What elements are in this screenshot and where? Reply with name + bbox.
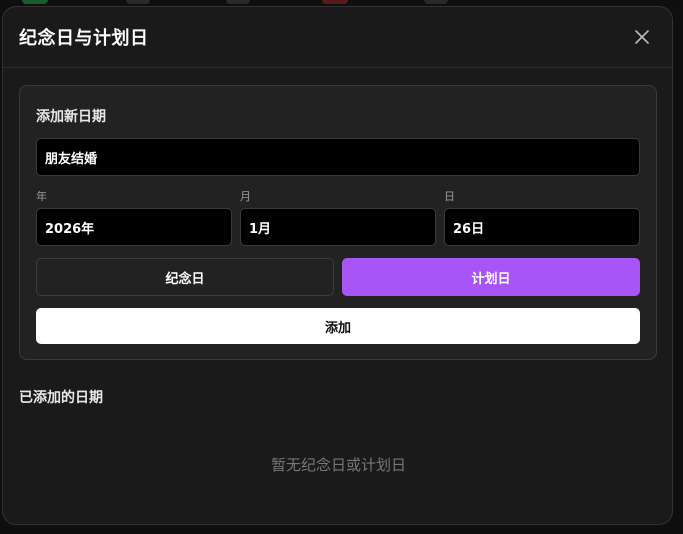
- plan-type-label: 计划日: [471, 271, 511, 287]
- modal-header: 纪念日与计划日: [3, 7, 672, 68]
- background-indicator: [424, 0, 448, 4]
- empty-state-text: 暂无纪念日或计划日: [270, 456, 406, 474]
- modal-title: 纪念日与计划日: [19, 28, 149, 49]
- add-date-card: 添加新日期 朋友结婚 年 月 日 2026年 1月 26日 纪念日 计划日 添加: [19, 85, 657, 360]
- month-select[interactable]: 1月: [240, 208, 436, 246]
- plan-type-button[interactable]: 计划日: [342, 258, 640, 296]
- background-indicator: [126, 0, 150, 4]
- month-value: 1月: [249, 221, 272, 237]
- day-label: 日: [444, 190, 455, 203]
- add-date-title: 添加新日期: [36, 109, 106, 125]
- background-indicator: [22, 0, 48, 4]
- year-select[interactable]: 2026年: [36, 208, 232, 246]
- day-select[interactable]: 26日: [444, 208, 640, 246]
- event-name-value: 朋友结婚: [45, 151, 98, 167]
- event-name-input[interactable]: 朋友结婚: [36, 138, 640, 176]
- add-button[interactable]: 添加: [36, 308, 640, 344]
- day-value: 26日: [453, 221, 485, 237]
- year-value: 2026年: [45, 221, 95, 237]
- anniversary-type-button[interactable]: 纪念日: [36, 258, 334, 296]
- close-icon: [635, 30, 649, 44]
- month-label: 月: [240, 190, 251, 203]
- dates-modal: 纪念日与计划日 添加新日期 朋友结婚 年 月 日 2026年 1月 26日 纪念…: [2, 6, 673, 525]
- added-dates-title: 已添加的日期: [19, 390, 103, 406]
- anniversary-type-label: 纪念日: [165, 271, 205, 287]
- year-label: 年: [36, 190, 47, 203]
- close-button[interactable]: [628, 23, 656, 51]
- background-indicator: [322, 0, 348, 4]
- background-indicator: [226, 0, 250, 4]
- add-button-label: 添加: [324, 320, 351, 336]
